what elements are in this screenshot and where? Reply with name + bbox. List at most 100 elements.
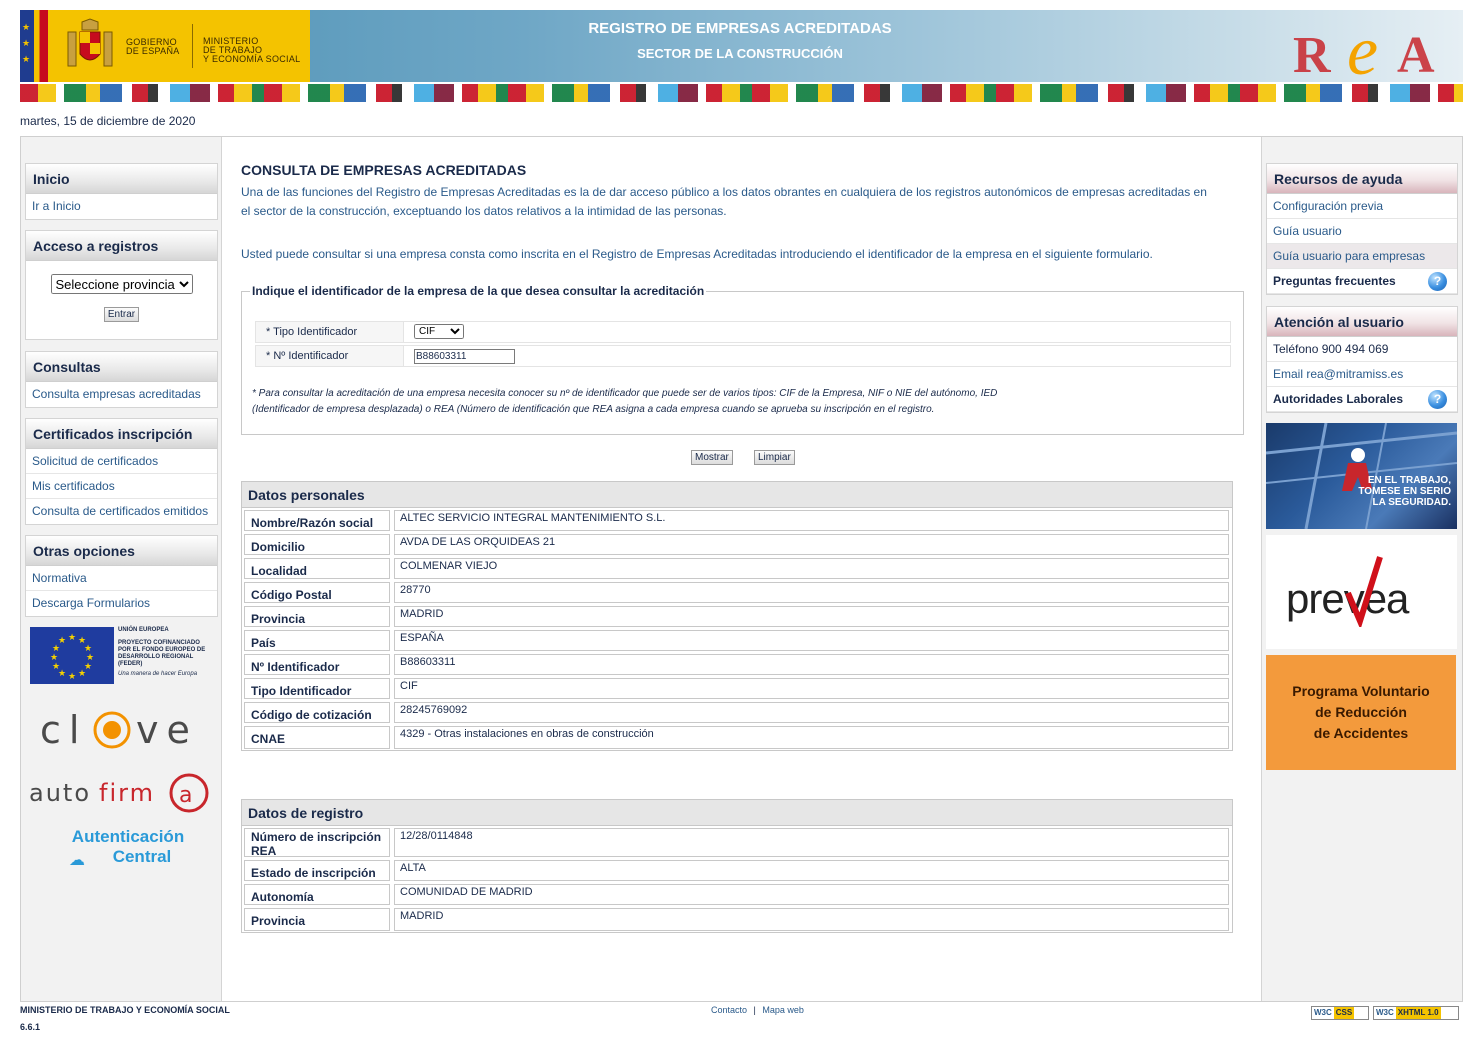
link-guia-usuario-empresas[interactable]: Guía usuario para empresas (1267, 244, 1457, 269)
autenticacion-central-logo[interactable]: Autenticación ☁ Central (21, 827, 221, 869)
svg-text:★: ★ (68, 633, 76, 643)
clave-logo[interactable]: cl ve (36, 705, 196, 753)
svg-text:★: ★ (78, 669, 86, 679)
datos-personales-title: Datos personales (242, 482, 1232, 508)
check-mark-icon (1345, 556, 1383, 627)
w3c-xhtml-badge[interactable]: W3C XHTML 1.0 (1373, 1006, 1459, 1020)
row-value: ESPAÑA (394, 630, 1229, 651)
row-label: Autonomía (244, 884, 390, 905)
eu-feder-logo[interactable]: ★ ★ ★ ★ ★ ★ ★ ★ ★ ★ ★ ★ UNIÓN EUROPEA PROYECTO CO… (30, 627, 215, 685)
row-label: Código Postal (244, 582, 390, 603)
link-solicitud-certificados[interactable]: Solicitud de certificados (26, 449, 217, 474)
menu-atencion-usuario: Atención al usuario Teléfono 900 494 069… (1266, 306, 1458, 413)
table-row: Nº Identificador B88603311 (242, 652, 1232, 676)
left-sidebar: Inicio Ir a Inicio Acceso a registros Se… (21, 137, 222, 1001)
header-banner: ★ ★ ★ GOBIERNO DE ESPAÑA MINISTERIO DE TRA… (20, 10, 1463, 82)
prevea-logo[interactable]: prevea (1266, 535, 1457, 649)
link-descarga-formularios[interactable]: Descarga Formularios (26, 591, 217, 616)
help-icon: ? (1428, 272, 1447, 291)
link-consulta-certificados[interactable]: Consulta de certificados emitidos (26, 499, 217, 524)
footer-ministry: MINISTERIO DE TRABAJO Y ECONOMÍA SOCIAL (20, 1005, 230, 1015)
link-configuracion-previa[interactable]: Configuración previa (1267, 194, 1457, 219)
row-value: CIF (394, 678, 1229, 699)
safety-line2: TOMESE EN SERIO (1358, 486, 1451, 497)
row-label: Domicilio (244, 534, 390, 555)
autenticacion-line2: Central (112, 847, 172, 866)
form-note-2: (Identificador de empresa desplazada) o … (252, 404, 935, 415)
row-num-identificador: * Nº Identificador B88603311 (255, 345, 1231, 367)
row-value: ALTEC SERVICIO INTEGRAL MANTENIMIENTO S.… (394, 510, 1229, 531)
svg-text:★: ★ (52, 662, 60, 672)
row-label: Estado de inscripción (244, 860, 390, 881)
row-tipo-identificador: * Tipo Identificador CIF (255, 321, 1231, 343)
telefono-text: Teléfono 900 494 069 (1267, 337, 1457, 362)
preguntas-frecuentes-label: Preguntas frecuentes (1273, 274, 1396, 288)
table-row: País ESPAÑA (242, 628, 1232, 652)
footer-links: Contacto | Mapa web (711, 1005, 804, 1015)
row-value: B88603311 (394, 654, 1229, 675)
w3c-css-badge[interactable]: W3C CSS (1311, 1006, 1369, 1020)
table-row: Provincia MADRID (242, 906, 1232, 932)
limpiar-button[interactable]: Limpiar (754, 450, 795, 465)
datos-registro-title: Datos de registro (242, 800, 1232, 826)
form-note-1: * Para consultar la acreditación de una … (252, 388, 998, 399)
row-label: Nombre/Razón social (244, 510, 390, 531)
row-label: País (244, 630, 390, 651)
row-value: MADRID (394, 606, 1229, 627)
form-legend: Indique el identificador de la empresa d… (250, 284, 707, 298)
intro-text-3: Usted puede consultar si una empresa con… (241, 247, 1153, 261)
num-identificador-input[interactable]: B88603311 (414, 349, 515, 364)
page-title: CONSULTA DE EMPRESAS ACREDITADAS (241, 162, 527, 178)
menu-title-consultas: Consultas (26, 352, 217, 382)
province-select[interactable]: Seleccione provincia (50, 274, 193, 294)
government-logo[interactable]: ★ ★ ★ GOBIERNO DE ESPAÑA MINISTERIO DE TRA… (20, 10, 310, 82)
link-consulta-empresas[interactable]: Consulta empresas acreditadas (26, 382, 217, 407)
table-row: Estado de inscripción ALTA (242, 858, 1232, 882)
link-normativa[interactable]: Normativa (26, 566, 217, 591)
tipo-identificador-select[interactable]: CIF (414, 324, 464, 339)
table-row: Tipo Identificador CIF (242, 676, 1232, 700)
cloud-key-icon: ☁ (69, 852, 85, 869)
email-link[interactable]: Email rea@mitramiss.es (1267, 362, 1457, 387)
link-preguntas-frecuentes[interactable]: Preguntas frecuentes ? (1267, 269, 1457, 294)
svg-text:e: e (1347, 18, 1378, 80)
row-label: Tipo Identificador (244, 678, 390, 699)
table-row: Nombre/Razón social ALTEC SERVICIO INTEGR… (242, 508, 1232, 532)
svg-text:ve: ve (136, 708, 196, 752)
link-autoridades-laborales[interactable]: Autoridades Laborales ? (1267, 387, 1457, 412)
eu-stars-icon: ★ ★ ★ (20, 10, 34, 82)
eu-line5: (FEDER) (118, 661, 143, 667)
entrar-button[interactable]: Entrar (103, 307, 140, 322)
svg-text:R: R (1293, 27, 1332, 80)
row-value: 28770 (394, 582, 1229, 603)
rea-logo[interactable]: R e A (1293, 18, 1453, 80)
svg-text:a: a (179, 783, 192, 808)
safety-banner[interactable]: EN EL TRABAJO, TOMESE EN SERIO LA SEGURI… (1266, 423, 1457, 529)
autoridades-laborales-label: Autoridades Laborales (1273, 392, 1404, 406)
row-value: AVDA DE LAS ORQUIDEAS 21 (394, 534, 1229, 555)
link-ir-a-inicio[interactable]: Ir a Inicio (26, 194, 217, 219)
label-tipo-identificador: * Tipo Identificador (256, 322, 404, 342)
link-mis-certificados[interactable]: Mis certificados (26, 474, 217, 499)
menu-acceso-registros: Acceso a registros Seleccione provincia … (25, 230, 218, 340)
contacto-link[interactable]: Contacto (711, 1005, 747, 1015)
programa-voluntario-banner[interactable]: Programa Voluntario de Reducción de Acci… (1266, 655, 1456, 770)
right-sidebar: Recursos de ayuda Configuración previa G… (1261, 137, 1462, 1001)
link-guia-usuario[interactable]: Guía usuario (1267, 219, 1457, 244)
row-value: ALTA (394, 860, 1229, 881)
autofirma-logo[interactable]: auto firm a (29, 771, 214, 813)
mostrar-button[interactable]: Mostrar (691, 450, 733, 465)
row-value: 12/28/0114848 (394, 828, 1229, 857)
coat-of-arms-icon (67, 18, 113, 67)
row-value: 28245769092 (394, 702, 1229, 723)
ministry-line3: Y ECONOMÍA SOCIAL (203, 54, 301, 64)
datos-registro-table: Datos de registro Número de inscripción … (241, 799, 1233, 933)
menu-title-inicio: Inicio (26, 164, 217, 194)
mapa-web-link[interactable]: Mapa web (762, 1005, 804, 1015)
menu-title-acceso: Acceso a registros (26, 231, 217, 261)
table-row: Número de inscripción REA 12/28/0114848 (242, 826, 1232, 858)
menu-recursos-ayuda: Recursos de ayuda Configuración previa G… (1266, 163, 1458, 295)
svg-text:cl: cl (40, 708, 87, 752)
site-subtitle: SECTOR DE LA CONSTRUCCIÓN (637, 46, 843, 61)
eu-line4: DESARROLLO REGIONAL (118, 654, 194, 660)
